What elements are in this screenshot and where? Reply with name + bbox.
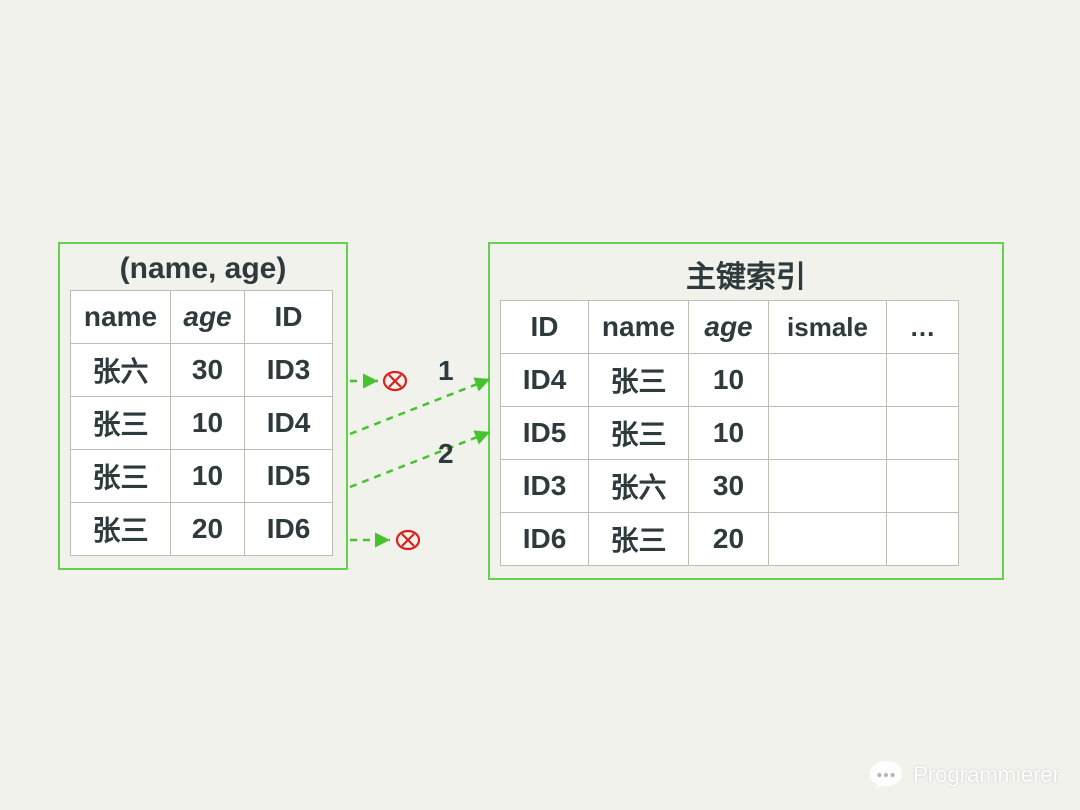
speech-bubble-icon [867, 758, 905, 792]
cell-name: 张三 [589, 407, 689, 460]
arrow-id4-lookup [350, 379, 490, 434]
col-header: name [589, 301, 689, 354]
col-header: … [887, 301, 959, 354]
watermark-text: Programmierer [913, 762, 1060, 788]
col-header: ID [245, 291, 333, 344]
cell-ismale [769, 407, 887, 460]
watermark: Programmierer [867, 758, 1060, 792]
secondary-index-panel: (name, age) name age ID 张六 30 ID3 张三 10 … [58, 242, 348, 570]
cell-ismale [769, 460, 887, 513]
table-row: ID3 张六 30 [501, 460, 959, 513]
cell-id: ID5 [501, 407, 589, 460]
col-header: age [689, 301, 769, 354]
table-header-row: ID name age ismale … [501, 301, 959, 354]
cell-name: 张三 [589, 354, 689, 407]
cell-id: ID4 [501, 354, 589, 407]
cell-name: 张三 [589, 513, 689, 566]
arrow-id5-lookup [350, 432, 490, 487]
table-header-row: name age ID [71, 291, 333, 344]
cell-age: 10 [689, 407, 769, 460]
cell-id: ID4 [245, 397, 333, 450]
cell-etc [887, 354, 959, 407]
col-header: age [171, 291, 245, 344]
table-row: ID4 张三 10 [501, 354, 959, 407]
reject-icon [384, 372, 406, 390]
arrow-label-2: 2 [438, 438, 454, 470]
cell-id: ID3 [245, 344, 333, 397]
arrow-label-1: 1 [438, 355, 454, 387]
table-row: 张三 10 ID5 [71, 450, 333, 503]
cell-age: 30 [171, 344, 245, 397]
table-row: ID6 张三 20 [501, 513, 959, 566]
cell-id: ID3 [501, 460, 589, 513]
cell-ismale [769, 354, 887, 407]
cell-name: 张三 [71, 450, 171, 503]
cell-age: 10 [171, 450, 245, 503]
cell-name: 张六 [71, 344, 171, 397]
primary-index-title: 主键索引 [500, 252, 992, 296]
cell-age: 20 [171, 503, 245, 556]
secondary-index-table: name age ID 张六 30 ID3 张三 10 ID4 张三 10 ID… [70, 290, 333, 556]
cell-age: 30 [689, 460, 769, 513]
table-row: ID5 张三 10 [501, 407, 959, 460]
col-header: name [71, 291, 171, 344]
cell-name: 张六 [589, 460, 689, 513]
cell-age: 10 [689, 354, 769, 407]
cell-id: ID6 [245, 503, 333, 556]
col-header: ID [501, 301, 589, 354]
table-row: 张六 30 ID3 [71, 344, 333, 397]
cell-age: 20 [689, 513, 769, 566]
table-row: 张三 20 ID6 [71, 503, 333, 556]
cell-id: ID5 [245, 450, 333, 503]
reject-icon [397, 531, 419, 549]
cell-name: 张三 [71, 503, 171, 556]
secondary-index-title: (name, age) [70, 252, 336, 286]
col-header: ismale [769, 301, 887, 354]
cell-ismale [769, 513, 887, 566]
cell-age: 10 [171, 397, 245, 450]
primary-index-table: ID name age ismale … ID4 张三 10 ID5 张三 10… [500, 300, 959, 566]
cell-etc [887, 513, 959, 566]
cell-etc [887, 460, 959, 513]
cell-etc [887, 407, 959, 460]
primary-index-panel: 主键索引 ID name age ismale … ID4 张三 10 ID5 … [488, 242, 1004, 580]
cell-id: ID6 [501, 513, 589, 566]
cell-name: 张三 [71, 397, 171, 450]
table-row: 张三 10 ID4 [71, 397, 333, 450]
